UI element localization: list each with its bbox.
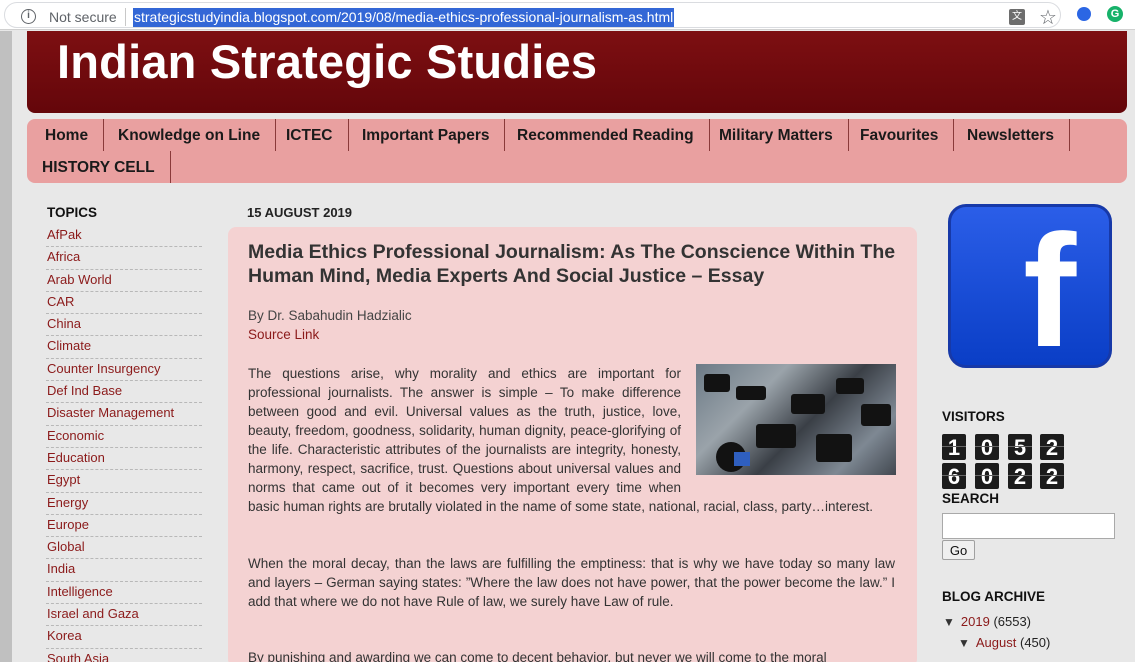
counter-digit: 0	[975, 463, 999, 489]
counter-digit: 1	[942, 434, 966, 460]
topic-link[interactable]: South Asia	[46, 649, 202, 662]
archive-month-link[interactable]: August	[976, 635, 1016, 650]
topic-link[interactable]: Energy	[46, 493, 202, 515]
topic-link[interactable]: Disaster Management	[46, 403, 202, 426]
counter-digit: 2	[1040, 434, 1064, 460]
topics-list: AfPak Africa Arab World CAR China Climat…	[46, 225, 202, 662]
browser-toolbar: i Not secure strategicstudyindia.blogspo…	[0, 0, 1135, 30]
topic-link[interactable]: Economic	[46, 426, 202, 448]
topic-link[interactable]: Counter Insurgency	[46, 359, 202, 382]
archive-year-link[interactable]: 2019	[961, 614, 990, 629]
topic-link[interactable]: Europe	[46, 515, 202, 538]
search-input[interactable]	[942, 513, 1115, 539]
extension-icon[interactable]	[1077, 7, 1091, 21]
topic-link[interactable]: Climate	[46, 336, 202, 359]
facebook-letter: f	[1023, 204, 1077, 368]
address-separator	[125, 8, 126, 26]
counter-digit: 5	[1008, 434, 1032, 460]
press-photo-image[interactable]	[696, 364, 896, 475]
topics-heading: TOPICS	[47, 205, 98, 220]
address-bar[interactable]: i Not secure strategicstudyindia.blogspo…	[4, 2, 1061, 30]
counter-digit: 2	[1008, 463, 1032, 489]
topic-link[interactable]: AfPak	[46, 225, 202, 248]
topic-link[interactable]: Arab World	[46, 270, 202, 292]
topic-link[interactable]: China	[46, 314, 202, 337]
archive-month-count: (450)	[1020, 635, 1051, 650]
topic-link[interactable]: Israel and Gaza	[46, 604, 202, 627]
topic-link[interactable]: India	[46, 559, 202, 582]
search-heading: SEARCH	[942, 491, 1000, 506]
nav-military-matters[interactable]: Military Matters	[704, 119, 849, 151]
url-text[interactable]: strategicstudyindia.blogspot.com/2019/08…	[133, 8, 675, 27]
post-paragraph: By punishing and awarding we can come to…	[248, 650, 827, 662]
collapse-triangle-icon[interactable]: ▼	[958, 636, 970, 650]
nav-ictec[interactable]: ICTEC	[271, 119, 349, 151]
blog-archive-heading: BLOG ARCHIVE	[942, 589, 1046, 604]
nav-knowledge-on-line[interactable]: Knowledge on Line	[103, 119, 277, 151]
source-link[interactable]: Source Link	[248, 327, 319, 342]
translate-icon[interactable]: 文	[1009, 9, 1025, 25]
collapse-triangle-icon[interactable]: ▼	[943, 615, 955, 629]
facebook-icon[interactable]: f	[948, 204, 1112, 368]
archive-year-count: (6553)	[993, 614, 1032, 629]
bookmark-star-icon[interactable]: ☆	[1039, 5, 1057, 30]
main-navigation: Home Knowledge on Line ICTEC Important P…	[27, 119, 1127, 183]
page-left-border	[0, 31, 12, 662]
topic-link[interactable]: Korea	[46, 626, 202, 649]
visitors-heading: VISITORS	[942, 409, 1005, 424]
grammarly-icon[interactable]: G	[1107, 6, 1123, 22]
go-button[interactable]: Go	[942, 540, 975, 560]
post-container: Media Ethics Professional Journalism: As…	[228, 227, 917, 662]
security-status[interactable]: Not secure	[49, 9, 117, 25]
archive-month-item[interactable]: ▼ August (450)	[958, 635, 1050, 650]
topic-link[interactable]: Global	[46, 537, 202, 560]
post-title[interactable]: Media Ethics Professional Journalism: As…	[248, 241, 898, 288]
topic-link[interactable]: Education	[46, 448, 202, 471]
archive-year-item[interactable]: ▼ 2019 (6553)	[943, 614, 1031, 629]
topic-link[interactable]: Egypt	[46, 470, 202, 493]
counter-digit: 2	[1040, 463, 1064, 489]
site-title[interactable]: Indian Strategic Studies	[57, 34, 597, 89]
nav-favourites[interactable]: Favourites	[845, 119, 955, 151]
nav-important-papers[interactable]: Important Papers	[347, 119, 506, 151]
nav-recommended-reading[interactable]: Recommended Reading	[502, 119, 710, 151]
counter-digit: 0	[975, 434, 999, 460]
nav-history-cell[interactable]: HISTORY CELL	[27, 151, 171, 183]
topic-link[interactable]: Def Ind Base	[46, 381, 202, 404]
topic-link[interactable]: CAR	[46, 292, 202, 315]
counter-digit: 6	[942, 463, 966, 489]
post-byline: By Dr. Sabahudin Hadzialic	[248, 308, 412, 323]
topic-link[interactable]: Africa	[46, 247, 202, 270]
nav-home[interactable]: Home	[30, 119, 105, 151]
info-icon[interactable]: i	[21, 9, 36, 24]
post-date: 15 AUGUST 2019	[247, 205, 353, 220]
post-paragraph: When the moral decay, than the laws are …	[248, 556, 895, 609]
site-header: Indian Strategic Studies	[27, 31, 1127, 113]
nav-newsletters[interactable]: Newsletters	[952, 119, 1071, 151]
topic-link[interactable]: Intelligence	[46, 582, 202, 605]
